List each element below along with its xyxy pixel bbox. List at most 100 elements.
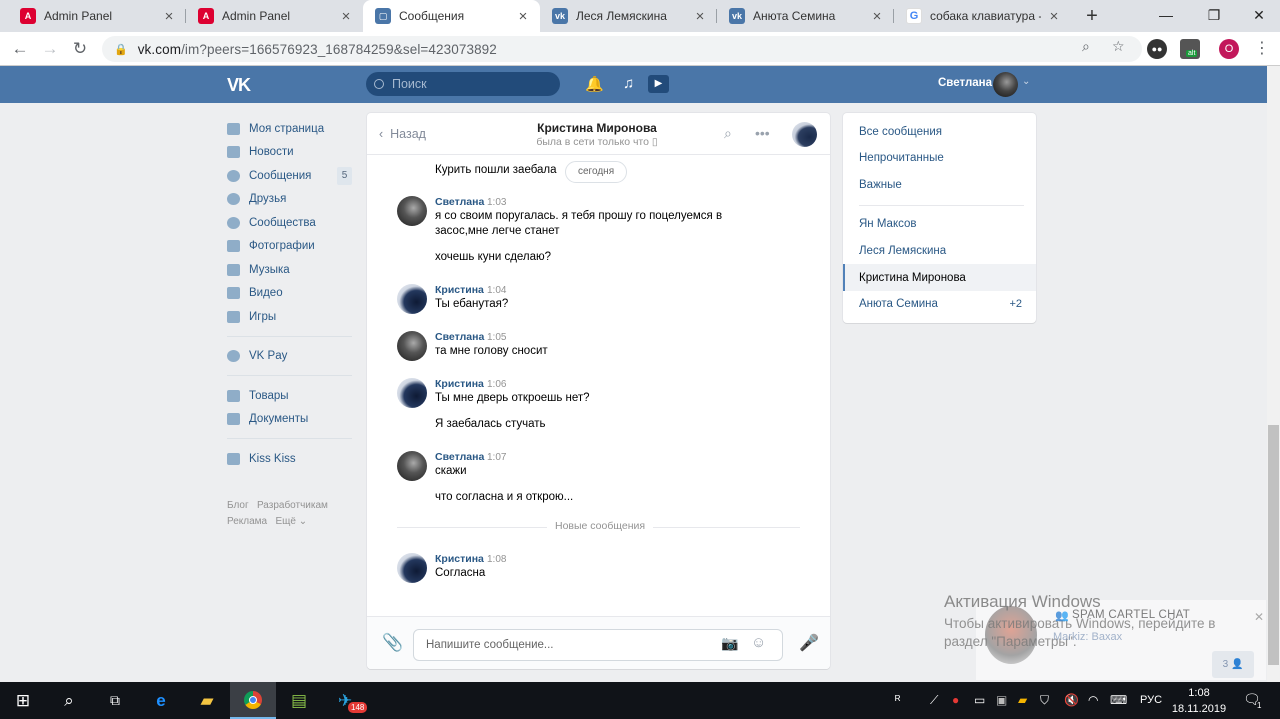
close-icon[interactable]: ✕	[1254, 610, 1264, 624]
notepad-icon[interactable]: ▤	[276, 682, 322, 719]
sidebar-item-documents[interactable]: Документы	[227, 408, 352, 432]
search-icon[interactable]: ⌕	[724, 125, 732, 142]
bell-icon[interactable]: 🔔	[585, 75, 604, 93]
avatar[interactable]	[397, 331, 427, 361]
scrollbar-thumb[interactable]	[1268, 425, 1279, 665]
network-icon[interactable]: ⟋	[930, 693, 938, 708]
vk-user-name[interactable]: Светлана	[938, 77, 992, 89]
folder-icon[interactable]: ▰	[184, 682, 230, 719]
wifi-icon[interactable]: ◠	[1088, 693, 1098, 707]
avatar[interactable]	[397, 196, 427, 226]
browser-tab[interactable]: A Admin Panel ×	[8, 0, 186, 32]
browser-tab[interactable]: G собака клавиатура - П ×	[894, 0, 1071, 32]
antivirus-icon[interactable]: ●	[952, 693, 959, 707]
shield-icon[interactable]: ⛉	[1040, 693, 1049, 708]
sidebar-item-kiss-kiss[interactable]: Kiss Kiss	[227, 447, 352, 471]
dialog-item[interactable]: Леся Лемяскина	[843, 237, 1036, 264]
back-arrow-icon[interactable]: ←	[10, 39, 30, 59]
emoji-icon[interactable]: ☺	[751, 634, 766, 651]
person-icon[interactable]: ᴿ	[895, 693, 900, 707]
minimize-icon[interactable]: —	[1143, 0, 1189, 30]
windows-start-icon[interactable]: ⊞	[0, 682, 46, 719]
close-tab-icon[interactable]: ×	[162, 8, 176, 25]
dialog-item[interactable]: Ян Максов	[843, 210, 1036, 237]
dialog-item[interactable]: Анюта Семина +2	[843, 290, 1036, 317]
footer-link-blog[interactable]: Блог	[227, 500, 249, 511]
browser-tab[interactable]: vk Леся Лемяскина ×	[540, 0, 717, 32]
play-icon[interactable]: ▶	[648, 75, 669, 93]
message-author[interactable]: Светлана	[435, 196, 484, 208]
close-tab-icon[interactable]: ×	[339, 8, 353, 25]
chevron-down-icon[interactable]: ⌄	[1022, 76, 1030, 87]
incognito-extension-icon[interactable]: ●●	[1147, 39, 1167, 59]
browser-tab[interactable]: A Admin Panel ×	[186, 0, 363, 32]
footer-link-ads[interactable]: Реклама	[227, 516, 267, 527]
address-bar[interactable]: 🔒 vk.com/im?peers=166576923_168784259&se…	[102, 36, 1142, 62]
sidebar-item-groups[interactable]: Сообщества	[227, 211, 352, 235]
close-tab-icon[interactable]: ×	[870, 8, 884, 25]
vk-logo[interactable]: VK	[227, 75, 251, 96]
extension-icon[interactable]: alt	[1180, 39, 1200, 59]
dialog-item-selected[interactable]: Кристина Миронова	[843, 264, 1036, 291]
sidebar-item-news[interactable]: Новости	[227, 141, 352, 165]
close-tab-icon[interactable]: ×	[1047, 8, 1061, 25]
music-note-icon[interactable]: ♫	[623, 75, 634, 92]
browser-tab-active[interactable]: ▢ Сообщения ×	[363, 0, 540, 32]
sidebar-item-games[interactable]: Игры	[227, 305, 352, 329]
edge-icon[interactable]: e	[138, 682, 184, 719]
avatar[interactable]	[993, 72, 1018, 97]
filter-all-messages[interactable]: Все сообщения	[843, 118, 1036, 145]
sidebar-item-messages[interactable]: Сообщения 5	[227, 164, 352, 188]
footer-link-dev[interactable]: Разработчикам	[257, 500, 328, 511]
sidebar-item-video[interactable]: Видео	[227, 282, 352, 306]
filter-unread[interactable]: Непрочитанные	[843, 144, 1036, 171]
close-window-icon[interactable]: ✕	[1236, 0, 1280, 30]
chrome-icon[interactable]	[230, 682, 276, 719]
reload-icon[interactable]: ↻	[70, 39, 90, 59]
search-icon[interactable]: ⌕	[46, 682, 92, 719]
telegram-icon[interactable]: ✈ 148	[322, 682, 368, 719]
sidebar-item-photos[interactable]: Фотографии	[227, 235, 352, 259]
microphone-icon[interactable]: 🎤	[799, 633, 819, 653]
avatar[interactable]	[397, 378, 427, 408]
keyboard-icon[interactable]: ⌨	[1110, 693, 1127, 707]
avatar[interactable]	[792, 122, 817, 147]
task-view-icon[interactable]: ⧉	[92, 682, 138, 719]
back-button[interactable]: ‹ Назад	[379, 127, 426, 141]
battery-icon[interactable]: ▭	[974, 693, 985, 707]
sidebar-item-my-page[interactable]: Моя страница	[227, 117, 352, 141]
profile-avatar[interactable]: O	[1219, 39, 1239, 59]
new-tab-button[interactable]: +	[1081, 5, 1103, 27]
message-author[interactable]: Кристина	[435, 284, 484, 296]
forward-arrow-icon[interactable]: →	[40, 39, 60, 59]
bookmark-star-icon[interactable]: ☆	[1112, 38, 1125, 55]
paperclip-icon[interactable]: 📎	[382, 633, 403, 653]
sidebar-item-goods[interactable]: Товары	[227, 384, 352, 408]
input-language[interactable]: РУС	[1140, 694, 1162, 706]
vk-search-input[interactable]: Поиск	[366, 72, 560, 96]
avatar[interactable]	[397, 451, 427, 481]
popup-members-button[interactable]: 3 👤	[1212, 651, 1254, 678]
close-tab-icon[interactable]: ×	[693, 8, 707, 25]
message-author[interactable]: Кристина	[435, 378, 484, 390]
browser-tab[interactable]: vk Анюта Семина ×	[717, 0, 894, 32]
avatar[interactable]	[397, 284, 427, 314]
device-icon[interactable]: ▣	[996, 693, 1007, 707]
menu-kebab-icon[interactable]: ⋮	[1254, 38, 1270, 58]
close-tab-icon[interactable]: ×	[516, 8, 530, 25]
folder-icon[interactable]: ▰	[1018, 693, 1027, 707]
message-author[interactable]: Светлана	[435, 331, 484, 343]
sidebar-item-vkpay[interactable]: VK Pay	[227, 345, 352, 369]
zoom-search-icon[interactable]: ⌕	[1082, 38, 1090, 55]
avatar[interactable]	[397, 553, 427, 583]
message-author[interactable]: Кристина	[435, 553, 484, 565]
chat-title[interactable]: Кристина Миронова	[497, 121, 697, 135]
filter-important[interactable]: Важные	[843, 171, 1036, 198]
sidebar-item-music[interactable]: Музыка	[227, 258, 352, 282]
footer-link-more[interactable]: Ещё	[275, 516, 295, 527]
camera-icon[interactable]: 📷	[721, 635, 738, 652]
message-author[interactable]: Светлана	[435, 451, 484, 463]
sidebar-item-friends[interactable]: Друзья	[227, 188, 352, 212]
system-clock[interactable]: 1:08 18.11.2019	[1168, 685, 1230, 717]
more-dots-icon[interactable]: •••	[755, 125, 770, 141]
